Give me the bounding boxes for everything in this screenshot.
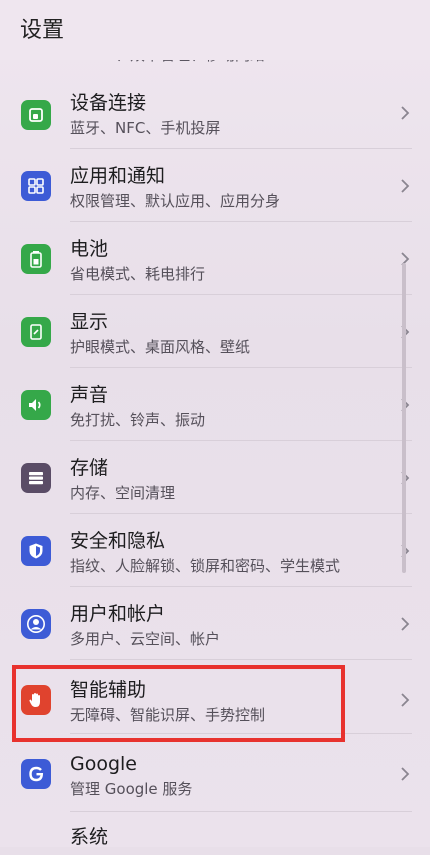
settings-item-smart-assist[interactable]: 智能辅助 无障碍、智能识屏、手势控制: [0, 661, 430, 734]
settings-item-storage[interactable]: 存储 内存、空间清理: [0, 441, 430, 514]
chevron-right-icon: [401, 106, 410, 120]
settings-item-sound[interactable]: 声音 免打扰、铃声、振动: [0, 368, 430, 441]
divider: [70, 659, 412, 660]
settings-item-label: 智能辅助: [70, 679, 147, 701]
settings-item-label: Google: [70, 753, 138, 775]
settings-item-label: 声音: [70, 384, 109, 406]
scrollbar[interactable]: [402, 263, 406, 573]
settings-item-label: 用户和帐户: [70, 603, 166, 625]
settings-item-label: 电池: [70, 238, 109, 260]
settings-item-sub: 省电模式、耗电排行: [70, 265, 206, 283]
settings-item-label: 应用和通知: [70, 165, 166, 187]
battery-icon: [21, 244, 51, 274]
speaker-icon: [21, 390, 51, 420]
settings-item-label: 设备连接: [70, 92, 147, 114]
storage-icon: [21, 463, 51, 493]
settings-item-sub: 权限管理、默认应用、应用分身: [70, 192, 281, 210]
settings-item-sub: 多用户、云空间、帐户: [70, 630, 221, 648]
settings-item-label: 显示: [70, 311, 109, 333]
settings-item-battery[interactable]: 电池 省电模式、耗电排行: [0, 222, 430, 295]
settings-item-label: 安全和隐私: [70, 530, 166, 552]
settings-item-sub: 无障碍、智能识屏、手势控制: [70, 706, 266, 724]
settings-item-sub: 管理 Google 服务: [70, 780, 193, 798]
settings-item-label: 存储: [70, 457, 109, 479]
chevron-right-icon: [401, 767, 410, 781]
device-connect-icon: [21, 100, 51, 130]
settings-item-display[interactable]: 显示 护眼模式、桌面风格、壁纸: [0, 295, 430, 368]
settings-item-google[interactable]: Google 管理 Google 服务: [0, 739, 430, 812]
display-icon: [21, 317, 51, 347]
google-icon: [21, 759, 51, 789]
hand-icon: [21, 685, 51, 715]
settings-item-device-connect[interactable]: 设备连接 蓝牙、NFC、手机投屏: [0, 76, 430, 149]
apps-grid-icon: [21, 171, 51, 201]
user-account-icon: [21, 609, 51, 639]
settings-item-apps[interactable]: 应用和通知 权限管理、默认应用、应用分身: [0, 149, 430, 222]
settings-item-sub: 免打扰、铃声、振动: [70, 411, 206, 429]
settings-item-sub: 蓝牙、NFC、手机投屏: [70, 119, 221, 137]
bottom-edge: [0, 847, 430, 855]
settings-item-sub: 护眼模式、桌面风格、壁纸: [70, 338, 251, 356]
divider: [70, 733, 412, 734]
header: 设置: [0, 0, 430, 60]
chevron-right-icon: [401, 693, 410, 707]
page-title: 设置: [20, 18, 65, 43]
settings-list: 设备连接 蓝牙、NFC、手机投屏 应用和通知 权限管理、默认应用、应用分身 电池…: [0, 0, 430, 855]
settings-item-sub: 内存、空间清理: [70, 484, 176, 502]
settings-item-security[interactable]: 安全和隐私 指纹、人脸解锁、锁屏和密码、学生模式: [0, 514, 430, 587]
settings-item-label: 系统: [70, 826, 109, 848]
settings-item-users[interactable]: 用户和帐户 多用户、云空间、帐户: [0, 587, 430, 660]
chevron-right-icon: [401, 179, 410, 193]
settings-item-sub: 指纹、人脸解锁、锁屏和密码、学生模式: [70, 557, 341, 575]
shield-icon: [21, 536, 51, 566]
settings-page: 设置 WLAN、双卡管理、移动网络 设备连接 蓝牙、NFC、手机投屏 应用和通知…: [0, 0, 430, 855]
chevron-right-icon: [401, 617, 410, 631]
